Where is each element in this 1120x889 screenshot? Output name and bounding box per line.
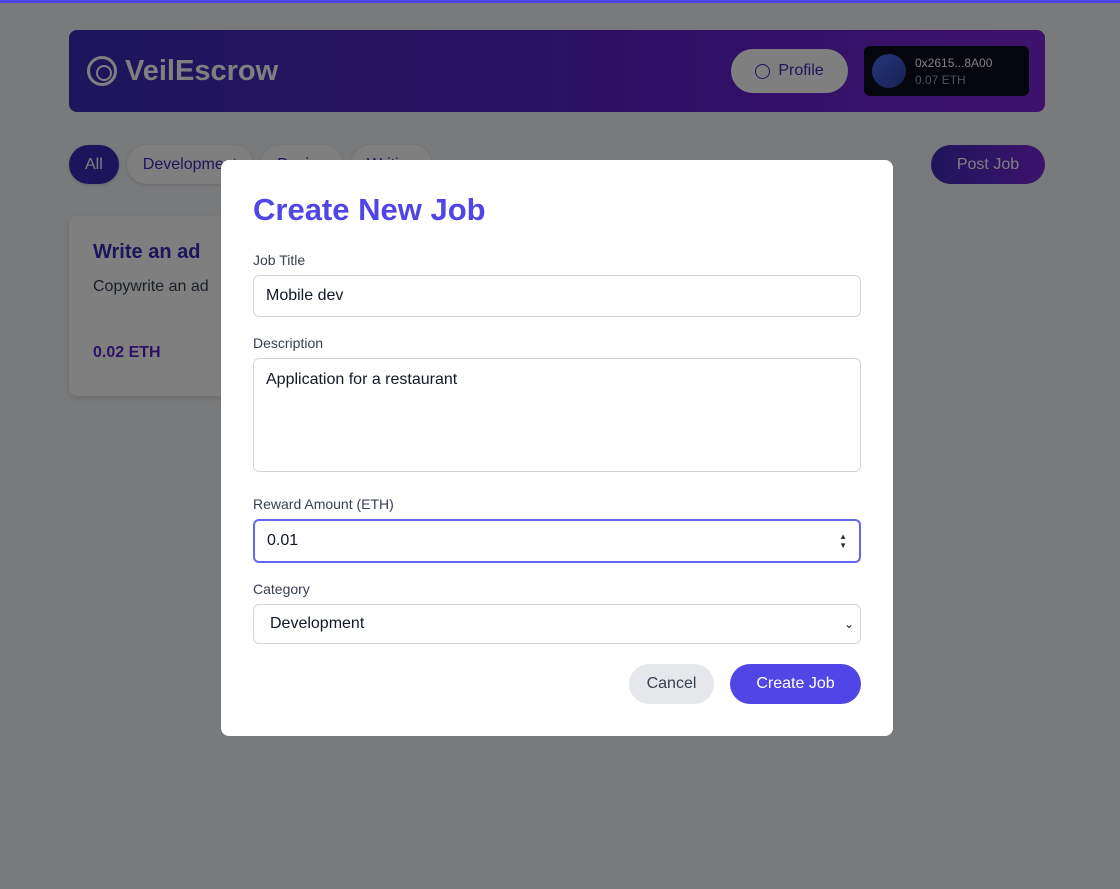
reward-input[interactable]: 0.01 ▲ ▼: [253, 519, 861, 563]
category-select[interactable]: Development ⌄: [253, 604, 861, 644]
number-spinner-icon[interactable]: ▲ ▼: [839, 532, 847, 550]
category-label: Category: [253, 581, 310, 597]
create-job-modal: Create New Job Job Title Mobile dev Desc…: [221, 160, 893, 736]
job-title-label: Job Title: [253, 252, 306, 268]
job-title-input[interactable]: Mobile dev: [253, 275, 861, 317]
chevron-down-icon: ⌄: [843, 617, 854, 631]
modal-title: Create New Job: [253, 192, 486, 227]
create-job-button[interactable]: Create Job: [730, 664, 861, 704]
description-textarea[interactable]: Application for a restaurant: [253, 358, 861, 472]
cancel-button[interactable]: Cancel: [629, 664, 714, 704]
reward-label: Reward Amount (ETH): [253, 496, 394, 512]
category-value: Development: [270, 615, 365, 632]
description-label: Description: [253, 335, 324, 351]
reward-value: 0.01: [267, 532, 299, 549]
